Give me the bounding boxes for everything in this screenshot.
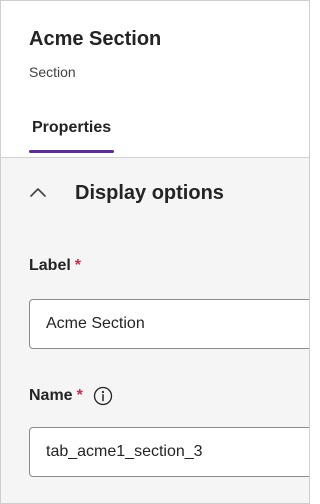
required-marker: * — [76, 387, 83, 404]
label-field-label: Label * — [29, 257, 81, 275]
tab-properties-label: Properties — [32, 119, 112, 136]
properties-panel: Acme Section Section Properties Display … — [0, 0, 310, 504]
name-input[interactable] — [29, 427, 309, 477]
name-field-label-text: Name — [29, 387, 73, 404]
panel-header: Acme Section Section Properties — [1, 1, 309, 153]
info-icon[interactable] — [93, 386, 113, 406]
required-marker: * — [74, 257, 82, 274]
tab-selected-indicator — [29, 150, 115, 153]
label-field-label-text: Label — [29, 257, 71, 274]
display-options-title: Display options — [75, 181, 224, 204]
panel-subtitle: Section — [29, 64, 76, 80]
chevron-up-icon — [30, 188, 46, 197]
display-options-toggle[interactable]: Display options — [29, 180, 224, 206]
tab-properties[interactable]: Properties — [29, 119, 115, 153]
name-field-label: Name * — [29, 386, 113, 406]
label-input[interactable] — [29, 299, 309, 349]
panel-content: Display options Label * Name * — [1, 158, 309, 503]
panel-title: Acme Section — [29, 28, 162, 50]
